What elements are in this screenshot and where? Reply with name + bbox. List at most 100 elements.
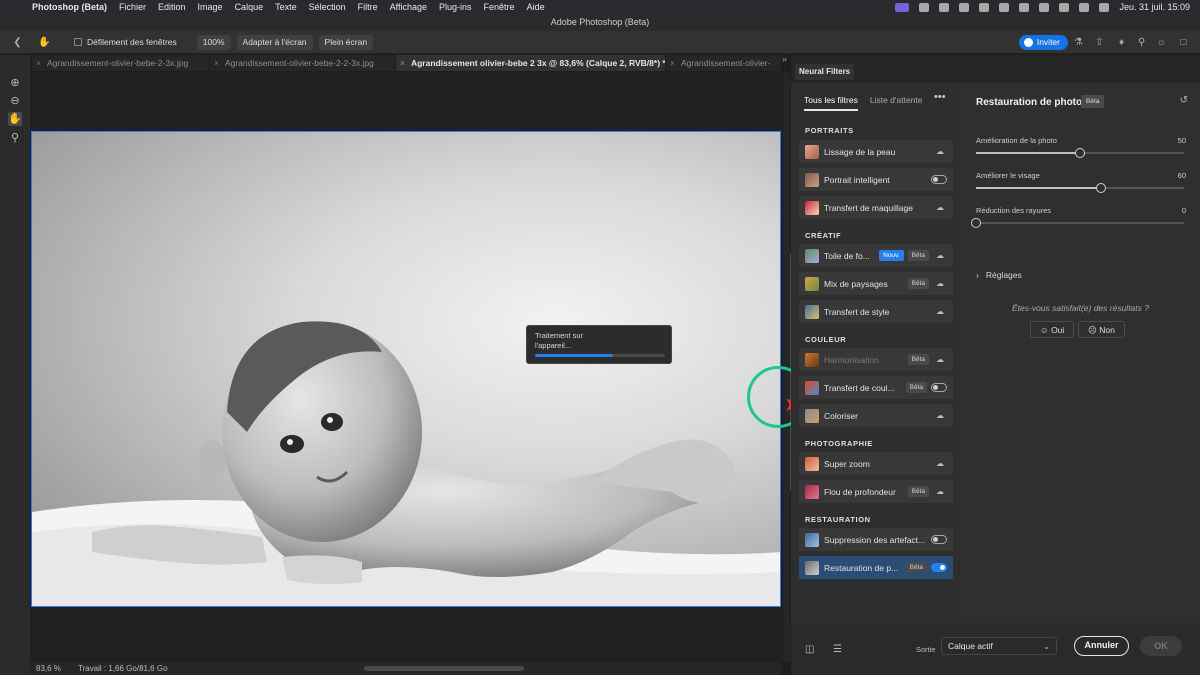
- zoom-readout[interactable]: 83,6 %: [36, 662, 61, 675]
- zoom-in-icon[interactable]: ⊕: [8, 76, 22, 90]
- filter-transfert-style[interactable]: Transfert de style ☁: [799, 300, 953, 323]
- tab-doc-4[interactable]: × Agrandissement-olivier-: [666, 55, 782, 71]
- collapse-icon[interactable]: »: [782, 54, 787, 64]
- shazam-icon[interactable]: [1039, 2, 1050, 12]
- facetime-icon[interactable]: [919, 2, 930, 12]
- bell-icon[interactable]: ♦: [1116, 37, 1127, 48]
- workspace-icon[interactable]: □: [1178, 37, 1189, 48]
- cloud-download-icon[interactable]: ☁: [933, 307, 947, 316]
- tab-doc-2[interactable]: × Agrandissement-olivier-bebe-2-2-3x.jpg: [210, 55, 396, 71]
- output-select[interactable]: Calque actif ⌄: [941, 637, 1057, 655]
- filter-suppression-artefacts[interactable]: Suppression des artefact...: [799, 528, 953, 551]
- recorder-icon[interactable]: [1019, 2, 1030, 12]
- share-icon[interactable]: ⇧: [1094, 37, 1105, 48]
- filter-harmonisation[interactable]: Harmonisation Bêta ☁: [799, 348, 953, 371]
- cloud-download-icon[interactable]: ☁: [933, 487, 947, 496]
- filter-toggle[interactable]: [931, 175, 947, 184]
- tab-doc-active[interactable]: × Agrandissement olivier-bebe 2 3x @ 83,6…: [396, 55, 666, 71]
- slider-amelioration-photo[interactable]: [976, 148, 1184, 158]
- horizontal-scrollbar[interactable]: [364, 666, 524, 671]
- filter-toile-de-fond[interactable]: Toile de fo... Nouv. Bêta ☁: [799, 244, 953, 267]
- menu-fenetre[interactable]: Fenêtre: [484, 2, 515, 12]
- document-image[interactable]: [31, 131, 781, 607]
- control-center-icon[interactable]: [1099, 2, 1110, 12]
- slider-knob[interactable]: [1075, 148, 1085, 158]
- filter-mix-paysages[interactable]: Mix de paysages Bêta ☁: [799, 272, 953, 295]
- command-icon[interactable]: [999, 2, 1010, 12]
- slider-knob[interactable]: [971, 218, 981, 228]
- fit-screen-button[interactable]: Adapter à l'écran: [236, 34, 313, 50]
- filter-lissage[interactable]: Lissage de la peau ☁: [799, 140, 953, 163]
- menu-aide[interactable]: Aide: [527, 2, 545, 12]
- menu-plugins[interactable]: Plug-ins: [439, 2, 472, 12]
- hand-icon[interactable]: ✋: [8, 112, 22, 126]
- menu-edition[interactable]: Edition: [158, 2, 186, 12]
- compare-icon[interactable]: ◫: [805, 644, 817, 656]
- reset-icon[interactable]: ↺: [1180, 95, 1188, 106]
- invite-button[interactable]: Inviter: [1018, 35, 1068, 50]
- beaker-icon[interactable]: ⚗: [1073, 37, 1084, 48]
- slider-ameliorer-visage[interactable]: [976, 183, 1184, 193]
- menu-app[interactable]: Photoshop (Beta): [32, 2, 107, 12]
- hand-tool-icon[interactable]: ✋: [38, 37, 50, 48]
- menu-texte[interactable]: Texte: [275, 2, 297, 12]
- tab-all-filters[interactable]: Tous les filtres: [804, 95, 858, 111]
- tab-waitlist[interactable]: Liste d'attente: [870, 95, 923, 111]
- menu-filtre[interactable]: Filtre: [358, 2, 378, 12]
- menu-calque[interactable]: Calque: [235, 2, 264, 12]
- more-icon[interactable]: •••: [934, 91, 946, 103]
- fill-screen-button[interactable]: Plein écran: [318, 34, 374, 50]
- ok-button[interactable]: OK: [1140, 636, 1182, 656]
- zoom-out-icon[interactable]: ⊖: [8, 94, 22, 108]
- cloud-download-icon[interactable]: ☁: [933, 147, 947, 156]
- close-icon[interactable]: ×: [36, 58, 41, 68]
- filter-super-zoom[interactable]: Super zoom ☁: [799, 452, 953, 475]
- zoom-100-button[interactable]: 100%: [196, 34, 231, 50]
- yes-button[interactable]: ☺ Oui: [1030, 321, 1075, 338]
- cloud-download-icon[interactable]: ☁: [933, 411, 947, 420]
- panel-title[interactable]: Neural Filters: [795, 64, 855, 80]
- slider-knob[interactable]: [1095, 183, 1106, 193]
- back-chevron-icon[interactable]: ❮: [12, 37, 23, 48]
- cloud-download-icon[interactable]: ☁: [933, 279, 947, 288]
- screen-recorder-icon[interactable]: [895, 2, 910, 12]
- menubar-clock[interactable]: Jeu. 31 juil. 15:09: [1119, 2, 1190, 12]
- reglages-toggle[interactable]: › Réglages: [976, 270, 1022, 280]
- discover-icon[interactable]: ⚲: [1136, 37, 1147, 48]
- menu-fichier[interactable]: Fichier: [119, 2, 146, 12]
- cancel-button[interactable]: Annuler: [1074, 636, 1129, 656]
- filter-flou-profondeur[interactable]: Flou de profondeur Bêta ☁: [799, 480, 953, 503]
- filter-toggle[interactable]: [931, 563, 947, 572]
- menu-affichage[interactable]: Affichage: [390, 2, 427, 12]
- filter-transfert-couleur[interactable]: Transfert de coul... Bêta: [799, 376, 953, 399]
- bulb-icon[interactable]: ☼: [1156, 37, 1167, 48]
- filter-portrait-intelligent[interactable]: Portrait intelligent: [799, 168, 953, 191]
- layers-icon[interactable]: ☰: [833, 644, 845, 656]
- scroll-all-checkbox[interactable]: [74, 38, 82, 46]
- cloud-download-icon[interactable]: ☁: [933, 251, 947, 260]
- wifi-icon[interactable]: [1079, 2, 1090, 12]
- work-readout[interactable]: Travail : 1,66 Go/81,6 Go: [78, 662, 168, 675]
- close-icon[interactable]: ×: [670, 58, 675, 68]
- cloud-icon[interactable]: [959, 2, 970, 12]
- tab-doc-1[interactable]: × Agrandissement-olivier-bebe-2-3x.jpg: [32, 55, 210, 71]
- magnifier-icon[interactable]: ⚲: [8, 131, 22, 145]
- menu-image[interactable]: Image: [198, 2, 223, 12]
- slider-reduction-rayures[interactable]: [971, 218, 1184, 228]
- close-icon[interactable]: ×: [214, 58, 219, 68]
- menu-selection[interactable]: Sélection: [309, 2, 346, 12]
- filter-toggle[interactable]: [931, 383, 947, 392]
- app-icon[interactable]: [1059, 2, 1070, 12]
- cloud-download-icon[interactable]: ☁: [933, 203, 947, 212]
- cloud-download-icon[interactable]: ☁: [933, 459, 947, 468]
- filter-restauration-photos[interactable]: Restauration de p... Bêta: [799, 556, 953, 579]
- filter-toggle[interactable]: [931, 535, 947, 544]
- water-icon[interactable]: [979, 2, 990, 12]
- close-icon[interactable]: ×: [400, 58, 405, 68]
- upload-icon[interactable]: [939, 2, 950, 12]
- cloud-download-icon[interactable]: ☁: [933, 355, 947, 364]
- no-button[interactable]: ☹ Non: [1078, 321, 1125, 338]
- filter-maquillage[interactable]: Transfert de maquillage ☁: [799, 196, 953, 219]
- filter-coloriser[interactable]: Coloriser ☁: [799, 404, 953, 427]
- canvas-area[interactable]: [30, 72, 782, 662]
